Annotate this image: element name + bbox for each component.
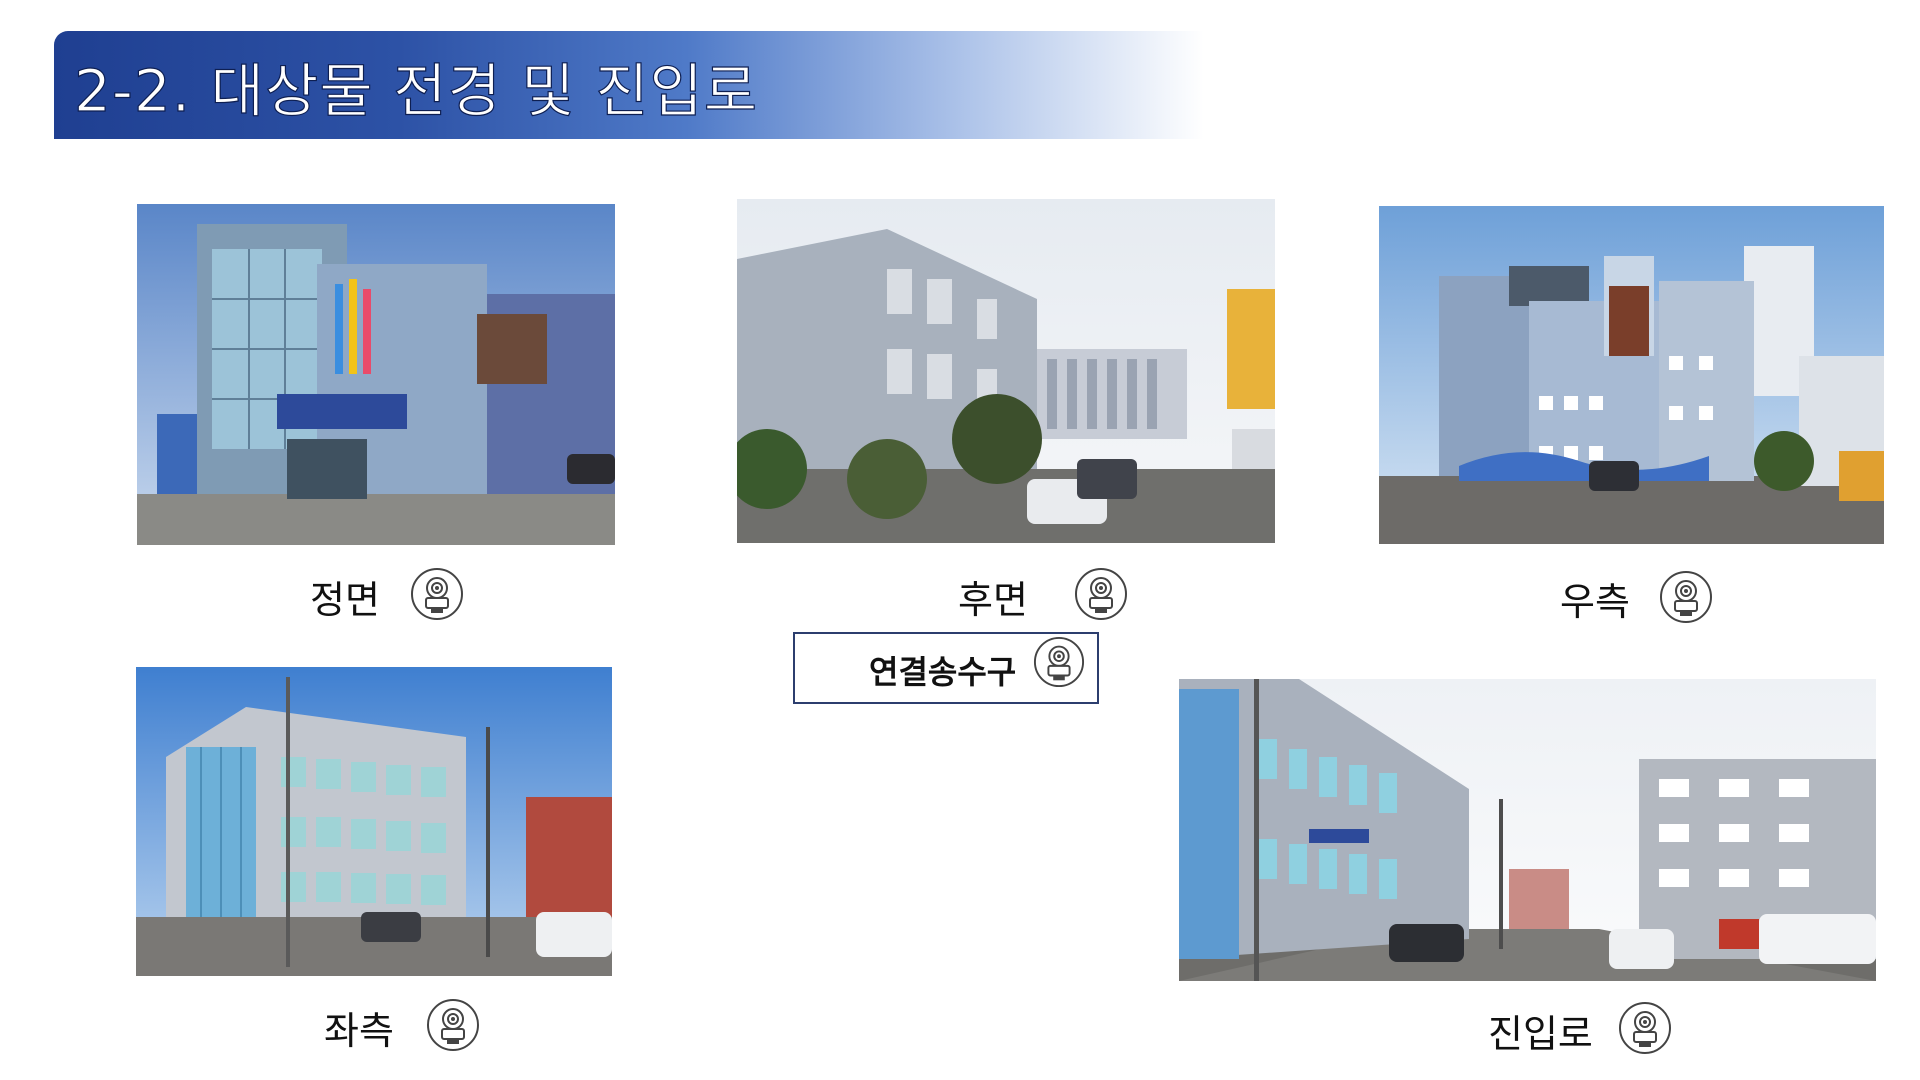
page-title: 2-2. 대상물 전경 및 진입로 <box>73 56 759 125</box>
caption-right: 우측 <box>1560 580 1630 624</box>
photo-rear-image <box>737 199 1275 543</box>
photo-approach-image <box>1179 679 1876 981</box>
photo-left[interactable] <box>136 667 612 976</box>
camera-360-icon[interactable] <box>1033 636 1085 688</box>
slide: 2-2. 대상물 전경 및 진입로 정면 후면 우측 좌측 진입로 연결송수구 <box>0 0 1920 1080</box>
photo-left-image <box>136 667 612 976</box>
camera-360-icon[interactable] <box>1659 570 1713 624</box>
camera-360-icon[interactable] <box>410 567 464 621</box>
photo-right[interactable] <box>1379 206 1884 544</box>
fire-connection-box[interactable]: 연결송수구 <box>793 632 1099 704</box>
camera-360-icon[interactable] <box>426 998 480 1052</box>
caption-left: 좌측 <box>324 1009 394 1053</box>
photo-rear[interactable] <box>737 199 1275 543</box>
photo-right-image <box>1379 206 1884 544</box>
caption-approach: 진입로 <box>1488 1012 1593 1056</box>
photo-front-image <box>137 204 615 545</box>
camera-360-icon[interactable] <box>1074 567 1128 621</box>
camera-360-icon[interactable] <box>1618 1001 1672 1055</box>
photo-front[interactable] <box>137 204 615 545</box>
caption-front: 정면 <box>310 578 380 622</box>
caption-rear: 후면 <box>958 578 1028 622</box>
photo-approach[interactable] <box>1179 679 1876 981</box>
fire-connection-label: 연결송수구 <box>869 653 1017 691</box>
